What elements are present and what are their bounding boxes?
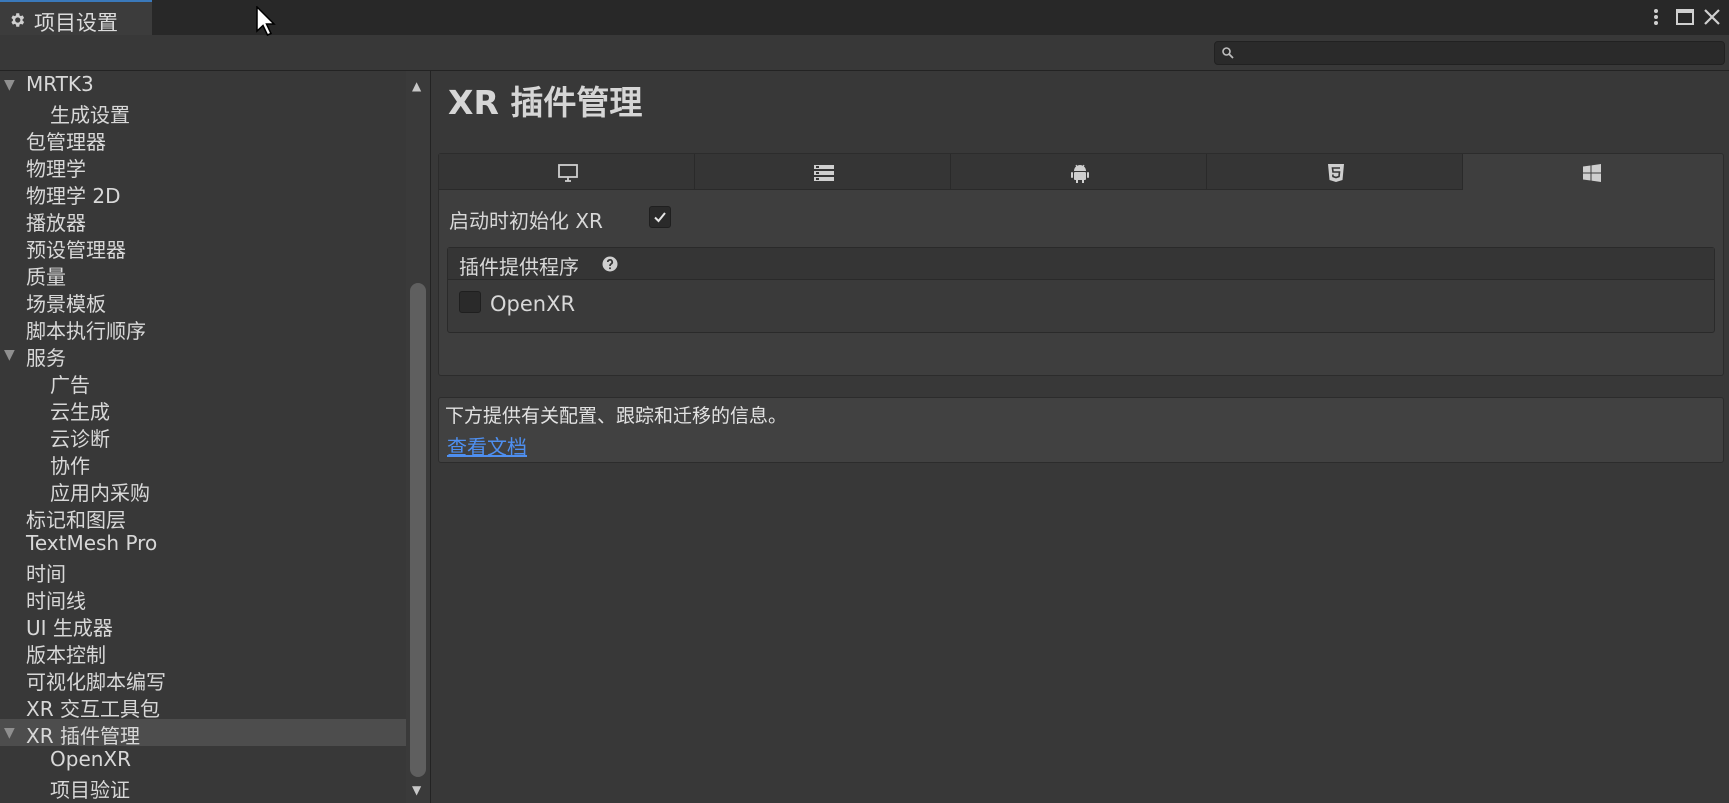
html5-icon bbox=[1328, 164, 1344, 182]
tab-label: 项目设置 bbox=[34, 11, 118, 35]
plugin-providers-header: 插件提供程序 bbox=[448, 248, 1714, 280]
sidebar-item-label: MRTK3 bbox=[26, 72, 94, 96]
scroll-up-arrow-icon[interactable]: ▲ bbox=[412, 79, 421, 93]
toolbar bbox=[0, 35, 1729, 71]
scrollbar-thumb[interactable] bbox=[410, 283, 426, 777]
view-documentation-link[interactable]: 查看文档 bbox=[447, 431, 527, 460]
more-options-icon[interactable] bbox=[1645, 6, 1667, 28]
server-icon bbox=[814, 165, 834, 181]
sidebar-item-cloud-build[interactable]: 云生成 bbox=[0, 395, 406, 424]
windows-icon bbox=[1583, 164, 1601, 182]
sidebar-item-label: 项目验证 bbox=[50, 778, 130, 802]
sidebar-item-label: XR 插件管理 bbox=[26, 724, 140, 748]
sidebar-item-label: 生成设置 bbox=[50, 103, 130, 127]
sidebar-item-label: 播放器 bbox=[26, 211, 86, 235]
sidebar-item-scene-template[interactable]: 场景模板 bbox=[0, 287, 406, 316]
scroll-down-arrow-icon[interactable]: ▼ bbox=[412, 783, 421, 797]
sidebar-item-xr-interaction-toolkit[interactable]: XR 交互工具包 bbox=[0, 692, 406, 721]
sidebar-item-label: 云生成 bbox=[50, 400, 110, 424]
sidebar-item-xr-plugin-management[interactable]: ▼ XR 插件管理 bbox=[0, 719, 406, 748]
help-icon[interactable] bbox=[602, 256, 618, 272]
sidebar-item-collaborate[interactable]: 协作 bbox=[0, 449, 406, 478]
sidebar-item-label: 物理学 2D bbox=[26, 184, 121, 208]
sidebar-item-label: 时间 bbox=[26, 562, 66, 586]
maximize-icon[interactable] bbox=[1674, 6, 1696, 28]
sidebar-item-visual-scripting[interactable]: 可视化脚本编写 bbox=[0, 665, 406, 694]
tab-platform-webgl[interactable] bbox=[1207, 154, 1463, 190]
plugin-providers-title: 插件提供程序 bbox=[459, 255, 579, 279]
search-input[interactable] bbox=[1241, 42, 1717, 64]
sidebar-item-physics-2d[interactable]: 物理学 2D bbox=[0, 179, 406, 208]
sidebar-item-mrtk3[interactable]: ▼ MRTK3 bbox=[0, 71, 406, 98]
checkmark-icon bbox=[654, 212, 666, 223]
sidebar-item-tags-and-layers[interactable]: 标记和图层 bbox=[0, 503, 406, 532]
sidebar-item-package-manager[interactable]: 包管理器 bbox=[0, 125, 406, 154]
expand-arrow-icon[interactable]: ▼ bbox=[4, 725, 15, 741]
sidebar-item-cloud-diagnostics[interactable]: 云诊断 bbox=[0, 422, 406, 451]
sidebar-item-label: UI 生成器 bbox=[26, 616, 113, 640]
sidebar: ▼ MRTK3 生成设置 包管理器 物理学 物理学 2D 播放器 预设管理器 质… bbox=[0, 71, 430, 803]
xr-settings-panel: 启动时初始化 XR 插件提供程序 OpenXR bbox=[438, 153, 1724, 376]
sidebar-item-quality[interactable]: 质量 bbox=[0, 260, 406, 289]
expand-arrow-icon[interactable]: ▼ bbox=[4, 347, 15, 363]
sidebar-item-build-settings[interactable]: 生成设置 bbox=[0, 98, 406, 127]
platform-tabs bbox=[439, 154, 1723, 190]
sidebar-item-label: 场景模板 bbox=[26, 292, 106, 316]
sidebar-item-label: TextMesh Pro bbox=[26, 531, 158, 555]
sidebar-item-label: 物理学 bbox=[26, 157, 86, 181]
sidebar-item-label: 脚本执行顺序 bbox=[26, 319, 146, 343]
init-xr-checkbox[interactable] bbox=[649, 206, 671, 228]
page-title: XR 插件管理 bbox=[448, 83, 643, 122]
mouse-cursor-icon bbox=[256, 6, 276, 36]
sidebar-item-label: 版本控制 bbox=[26, 643, 106, 667]
tab-platform-server[interactable] bbox=[695, 154, 951, 190]
info-text: 下方提供有关配置、跟踪和迁移的信息。 bbox=[445, 405, 788, 427]
sidebar-item-label: XR 交互工具包 bbox=[26, 697, 160, 721]
sidebar-item-label: 应用内采购 bbox=[50, 481, 150, 505]
sidebar-item-label: 云诊断 bbox=[50, 427, 110, 451]
sidebar-item-label: 广告 bbox=[50, 373, 90, 397]
sidebar-item-label: 服务 bbox=[26, 346, 66, 370]
android-icon bbox=[1071, 164, 1089, 183]
sidebar-item-textmesh-pro[interactable]: TextMesh Pro bbox=[0, 530, 406, 557]
sidebar-item-label: 质量 bbox=[26, 265, 66, 289]
sidebar-item-label: 标记和图层 bbox=[26, 508, 126, 532]
sidebar-item-version-control[interactable]: 版本控制 bbox=[0, 638, 406, 667]
sidebar-item-ui-builder[interactable]: UI 生成器 bbox=[0, 611, 406, 640]
sidebar-item-label: 时间线 bbox=[26, 589, 86, 613]
openxr-provider-checkbox[interactable] bbox=[459, 291, 481, 313]
sidebar-item-ads[interactable]: 广告 bbox=[0, 368, 406, 397]
sidebar-item-project-validation[interactable]: 项目验证 bbox=[0, 773, 406, 802]
search-box[interactable] bbox=[1214, 41, 1725, 65]
sidebar-item-physics[interactable]: 物理学 bbox=[0, 152, 406, 181]
info-box: 下方提供有关配置、跟踪和迁移的信息。 查看文档 bbox=[438, 397, 1724, 463]
sidebar-item-preset-manager[interactable]: 预设管理器 bbox=[0, 233, 406, 262]
sidebar-item-label: 协作 bbox=[50, 454, 90, 478]
init-xr-label: 启动时初始化 XR bbox=[449, 209, 603, 233]
sidebar-scrollbar[interactable]: ▲ ▼ bbox=[406, 71, 430, 803]
sidebar-item-script-execution-order[interactable]: 脚本执行顺序 bbox=[0, 314, 406, 343]
search-icon bbox=[1222, 47, 1234, 59]
sidebar-item-timeline[interactable]: 时间线 bbox=[0, 584, 406, 613]
sidebar-item-label: 包管理器 bbox=[26, 130, 106, 154]
sidebar-item-label: 可视化脚本编写 bbox=[26, 670, 166, 694]
tab-project-settings[interactable]: 项目设置 bbox=[0, 0, 152, 35]
pane-splitter[interactable] bbox=[430, 71, 431, 803]
expand-arrow-icon[interactable]: ▼ bbox=[4, 77, 15, 93]
tab-platform-android[interactable] bbox=[951, 154, 1207, 190]
desktop-icon bbox=[558, 164, 578, 182]
sidebar-item-player[interactable]: 播放器 bbox=[0, 206, 406, 235]
tab-platform-standalone[interactable] bbox=[439, 154, 695, 190]
sidebar-item-label: OpenXR bbox=[50, 747, 132, 771]
gear-icon bbox=[11, 13, 25, 27]
plugin-providers-group: 插件提供程序 OpenXR bbox=[447, 247, 1715, 333]
sidebar-item-openxr[interactable]: OpenXR bbox=[0, 746, 406, 773]
sidebar-item-time[interactable]: 时间 bbox=[0, 557, 406, 586]
sidebar-item-label: 预设管理器 bbox=[26, 238, 126, 262]
tab-platform-windows[interactable] bbox=[1463, 154, 1719, 190]
openxr-provider-label: OpenXR bbox=[490, 292, 576, 316]
close-icon[interactable] bbox=[1701, 6, 1723, 28]
sidebar-item-in-app-purchasing[interactable]: 应用内采购 bbox=[0, 476, 406, 505]
sidebar-item-services[interactable]: ▼ 服务 bbox=[0, 341, 406, 370]
